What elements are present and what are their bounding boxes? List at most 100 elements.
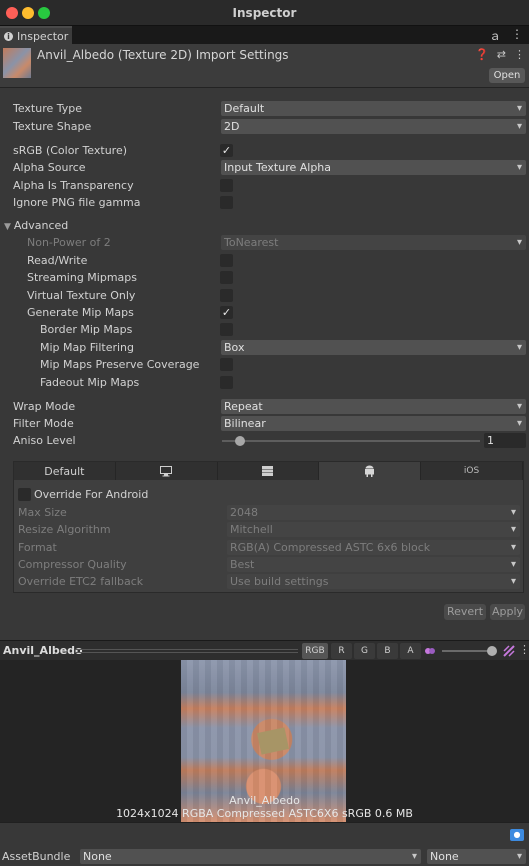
- aniso-level-label: Aniso Level: [13, 434, 76, 447]
- monitor-icon: [160, 465, 173, 476]
- alpha-transparency-checkbox[interactable]: [220, 179, 233, 192]
- assetbundle-name-dropdown[interactable]: None: [80, 849, 421, 864]
- ignore-png-gamma-row: Ignore PNG file gamma: [0, 194, 529, 211]
- override-android-checkbox[interactable]: [18, 488, 31, 501]
- header-icons: ❓ ⇄ ⋮: [475, 48, 525, 61]
- revert-button[interactable]: Revert: [444, 604, 486, 620]
- platform-settings-box: Default iOS Override For Android Max Siz…: [13, 461, 524, 593]
- tab-default[interactable]: Default: [14, 462, 116, 480]
- more-menu-icon[interactable]: ⋮: [519, 643, 529, 656]
- more-menu-icon[interactable]: ⋮: [514, 48, 525, 61]
- preview-drag-handle[interactable]: [76, 649, 298, 653]
- filter-mode-dropdown[interactable]: Bilinear: [221, 416, 526, 431]
- compressor-quality-label: Compressor Quality: [18, 558, 127, 571]
- aniso-level-slider-handle[interactable]: [235, 436, 245, 446]
- window-titlebar: Inspector: [0, 0, 529, 26]
- mip-map-filtering-label: Mip Map Filtering: [40, 341, 134, 354]
- srgb-label: sRGB (Color Texture): [13, 144, 128, 157]
- color-channels-icon[interactable]: [424, 645, 436, 657]
- texture-preview-area: Anvil_Albedo 1024x1024 RGBA Compressed A…: [0, 660, 529, 822]
- advanced-foldout-header: ▼ Advanced: [4, 219, 68, 232]
- compressor-quality-row: Compressor Quality Best: [14, 556, 523, 573]
- mip-map-filtering-dropdown[interactable]: Box: [221, 340, 526, 355]
- tab-ios[interactable]: iOS: [421, 462, 523, 480]
- resize-algorithm-dropdown: Mitchell: [227, 522, 520, 537]
- channel-r-button[interactable]: R: [331, 643, 352, 659]
- mip-level-slider-handle[interactable]: [487, 646, 497, 656]
- android-icon: [365, 465, 375, 477]
- resize-algorithm-label: Resize Algorithm: [18, 523, 111, 536]
- advanced-label: Advanced: [13, 219, 69, 232]
- fadeout-mip-maps-row: Fadeout Mip Maps: [0, 374, 529, 391]
- tab-server[interactable]: [217, 462, 320, 480]
- advanced-foldout[interactable]: ▼ Advanced: [0, 217, 529, 234]
- alpha-transparency-row: Alpha Is Transparency: [0, 177, 529, 194]
- channel-a-button[interactable]: A: [400, 643, 421, 659]
- generate-mip-maps-label: Generate Mip Maps: [27, 306, 134, 319]
- channel-b-button[interactable]: B: [377, 643, 398, 659]
- preset-icon[interactable]: ⇄: [497, 48, 506, 61]
- mip-maps-preserve-coverage-label: Mip Maps Preserve Coverage: [40, 358, 200, 371]
- server-icon: [262, 466, 274, 476]
- wrap-mode-dropdown[interactable]: Repeat: [221, 399, 526, 414]
- help-icon[interactable]: ❓: [475, 48, 489, 61]
- streaming-mipmaps-label: Streaming Mipmaps: [27, 271, 138, 284]
- more-menu-icon[interactable]: ⋮: [511, 27, 523, 44]
- mip-level-slider[interactable]: [442, 650, 492, 652]
- assetbundle-variant-dropdown[interactable]: None: [427, 849, 526, 864]
- open-button[interactable]: Open: [489, 68, 525, 83]
- texture-shape-row: Texture Shape 2D: [0, 118, 529, 135]
- border-mip-maps-label: Border Mip Maps: [40, 323, 133, 336]
- texture-thumbnail: [3, 48, 31, 78]
- preview-asset-name: Anvil_Albedo: [229, 794, 300, 807]
- tab-inspector[interactable]: i Inspector: [0, 26, 72, 44]
- virtual-texture-only-row: Virtual Texture Only: [0, 287, 529, 304]
- wrap-mode-label: Wrap Mode: [13, 400, 76, 413]
- aniso-level-field[interactable]: 1: [484, 433, 526, 448]
- alpha-source-dropdown[interactable]: Input Texture Alpha: [221, 160, 526, 175]
- preview-asset-info: 1024x1024 RGBA Compressed ASTC6X6 sRGB 0…: [116, 807, 413, 820]
- info-icon: i: [4, 31, 13, 41]
- fadeout-mip-maps-checkbox[interactable]: [220, 376, 233, 389]
- virtual-texture-only-checkbox[interactable]: [220, 289, 233, 302]
- generate-mip-maps-checkbox[interactable]: ✓: [220, 306, 233, 319]
- apply-button[interactable]: Apply: [490, 604, 525, 620]
- assetbundle-label: AssetBundle: [2, 850, 71, 863]
- channel-rgb-button[interactable]: RGB: [302, 643, 328, 659]
- srgb-checkbox[interactable]: ✓: [220, 144, 233, 157]
- override-etc2-label: Override ETC2 fallback: [18, 575, 144, 588]
- alpha-source-row: Alpha Source Input Texture Alpha: [0, 159, 529, 176]
- mip-maps-preserve-coverage-checkbox[interactable]: [220, 358, 233, 371]
- streaming-mipmaps-checkbox[interactable]: [220, 271, 233, 284]
- non-power-of-2-row: Non-Power of 2 ToNearest: [0, 234, 529, 251]
- window-title: Inspector: [232, 6, 297, 20]
- texture-shape-dropdown[interactable]: 2D: [221, 119, 526, 134]
- filter-mode-label: Filter Mode: [13, 417, 74, 430]
- label-tag-icon[interactable]: ●: [510, 829, 524, 841]
- texture-type-dropdown[interactable]: Default: [221, 101, 526, 116]
- srgb-row: sRGB (Color Texture) ✓: [0, 142, 529, 159]
- wrap-mode-row: Wrap Mode Repeat: [0, 398, 529, 415]
- read-write-row: Read/Write: [0, 252, 529, 269]
- max-size-row: Max Size 2048: [14, 504, 523, 521]
- asset-title: Anvil_Albedo (Texture 2D) Import Setting…: [37, 48, 289, 62]
- tab-actions: ａ ⋮: [489, 27, 523, 44]
- texture-shape-label: Texture Shape: [13, 120, 92, 133]
- tab-bar: i Inspector ａ ⋮: [0, 26, 529, 44]
- format-dropdown: RGB(A) Compressed ASTC 6x6 block: [227, 540, 520, 555]
- streaming-mipmaps-row: Streaming Mipmaps: [0, 269, 529, 286]
- channel-g-button[interactable]: G: [354, 643, 375, 659]
- ignore-png-gamma-checkbox[interactable]: [220, 196, 233, 209]
- aniso-level-slider[interactable]: [222, 440, 480, 442]
- mipmap-icon[interactable]: [503, 645, 515, 657]
- override-android-label: Override For Android: [34, 488, 149, 501]
- border-mip-maps-row: Border Mip Maps: [0, 321, 529, 338]
- read-write-label: Read/Write: [27, 254, 88, 267]
- tab-android[interactable]: [319, 462, 422, 480]
- tab-standalone[interactable]: [115, 462, 218, 480]
- alpha-transparency-label: Alpha Is Transparency: [13, 179, 134, 192]
- read-write-checkbox[interactable]: [220, 254, 233, 267]
- generate-mip-maps-row: Generate Mip Maps ✓: [0, 304, 529, 321]
- border-mip-maps-checkbox[interactable]: [220, 323, 233, 336]
- lock-icon[interactable]: ａ: [489, 27, 501, 44]
